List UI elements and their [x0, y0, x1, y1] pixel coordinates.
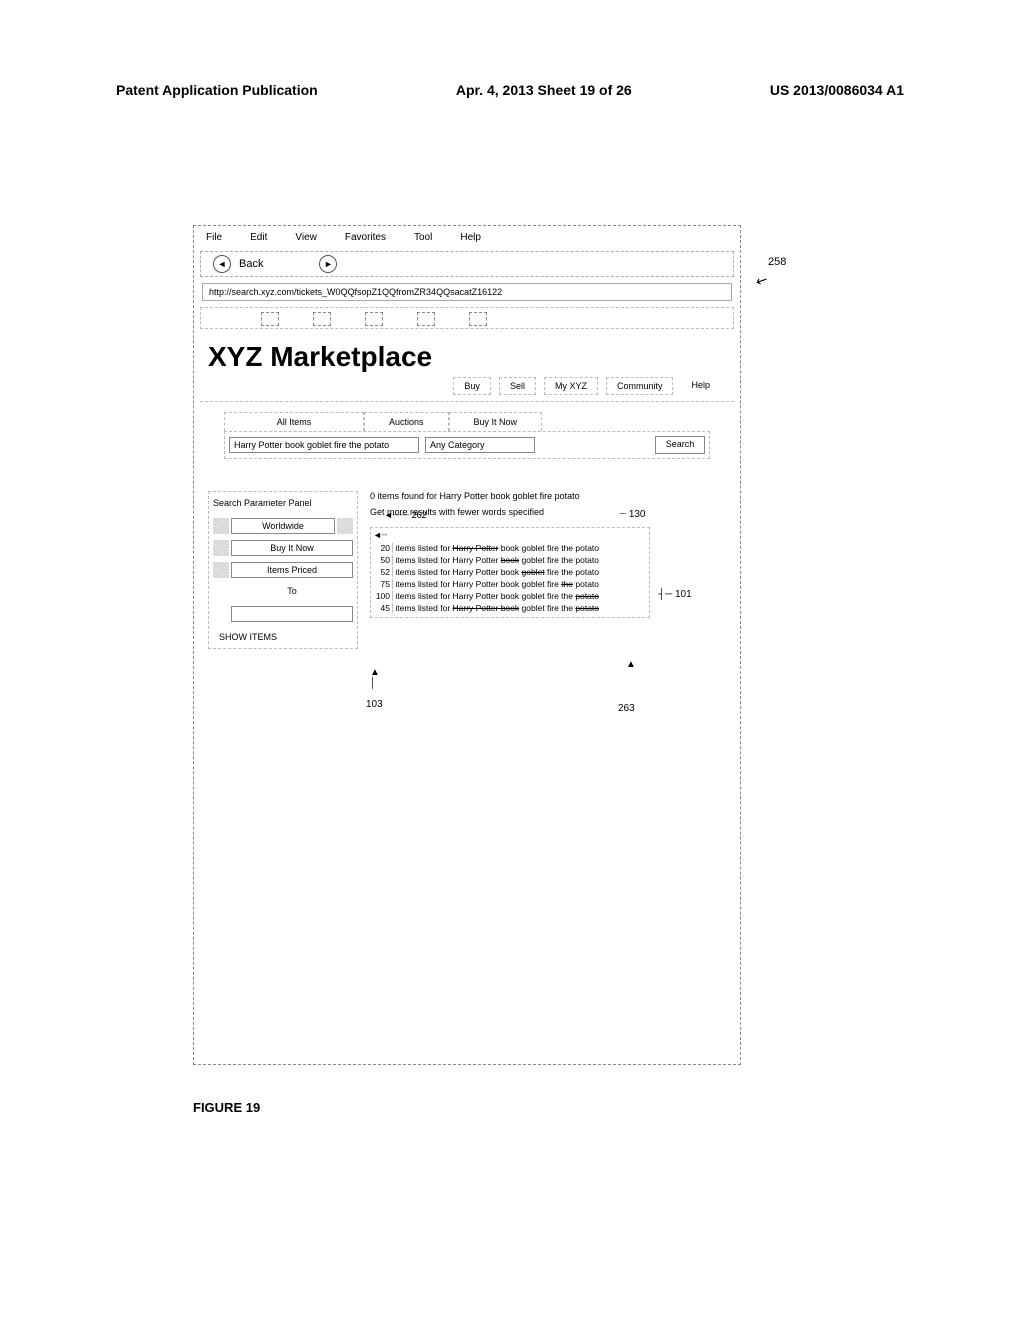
header-center: Apr. 4, 2013 Sheet 19 of 26 — [456, 82, 632, 98]
menu-view[interactable]: View — [295, 232, 317, 243]
toolbar-icon[interactable] — [365, 312, 383, 326]
callout-103: 103 — [366, 699, 383, 710]
result-line[interactable]: 52 items listed for Harry Potter book go… — [373, 567, 647, 577]
results-area: 0 items found for Harry Potter book gobl… — [370, 491, 726, 649]
forward-button-icon[interactable]: ► — [319, 255, 337, 273]
callout-101: ┤─ 101 — [658, 589, 692, 600]
page-header: Patent Application Publication Apr. 4, 2… — [116, 82, 904, 98]
search-parameter-panel: Search Parameter Panel Worldwide Buy It … — [208, 491, 358, 649]
result-suggestions: ◄┈ 20 items listed for Harry Potter book… — [370, 527, 650, 618]
menu-edit[interactable]: Edit — [250, 232, 267, 243]
nav-help[interactable]: Help — [681, 377, 720, 395]
show-items-button[interactable]: SHOW ITEMS — [213, 632, 353, 642]
header-right: US 2013/0086034 A1 — [770, 82, 904, 98]
shaded-icon — [337, 518, 353, 534]
back-label: Back — [239, 258, 263, 270]
callout-263: 263 — [618, 703, 635, 714]
toolbar-icon-row — [200, 307, 734, 329]
search-row: Any Category Search — [224, 431, 710, 459]
search-button[interactable]: Search — [655, 436, 705, 454]
callout-103-arrow: ▲│ — [370, 667, 380, 689]
shaded-icon — [213, 540, 229, 556]
callout-130: ┈ 130 — [620, 509, 646, 520]
back-button-icon[interactable]: ◄ — [213, 255, 231, 273]
toolbar-icon[interactable] — [417, 312, 435, 326]
result-line[interactable]: 100 items listed for Harry Potter book g… — [373, 591, 647, 601]
itemspriced-field[interactable]: Items Priced — [231, 562, 353, 578]
nav-myxyz[interactable]: My XYZ — [544, 377, 598, 395]
figure-label: FIGURE 19 — [193, 1100, 260, 1115]
to-input[interactable] — [231, 606, 353, 622]
buyitnow-field[interactable]: Buy It Now — [231, 540, 353, 556]
callout-258: 258 — [768, 256, 786, 268]
toolbar-icon[interactable] — [261, 312, 279, 326]
result-line[interactable]: 45 items listed for Harry Potter book go… — [373, 603, 647, 613]
toolbar-icon[interactable] — [469, 312, 487, 326]
hint-text: Get more results with fewer words specif… — [370, 507, 726, 517]
nav-sell[interactable]: Sell — [499, 377, 536, 395]
callout-258-arrow: ↙ — [753, 270, 771, 290]
zero-results: 0 items found for Harry Potter book gobl… — [370, 491, 726, 501]
shaded-icon — [213, 518, 229, 534]
callout-263-arrow: ▲ — [626, 659, 636, 670]
site-title: XYZ Marketplace — [194, 333, 740, 375]
menu-file[interactable]: File — [206, 232, 222, 243]
content-row: Search Parameter Panel Worldwide Buy It … — [208, 491, 726, 649]
to-label: To — [231, 584, 353, 600]
toolbar-icon[interactable] — [313, 312, 331, 326]
nav-toolbar: ◄ Back ► — [200, 251, 734, 277]
search-input[interactable] — [229, 437, 419, 453]
menu-favorites[interactable]: Favorites — [345, 232, 386, 243]
sub-tabs: All Items Auctions Buy It Now — [224, 412, 710, 431]
result-line[interactable]: 50 items listed for Harry Potter book go… — [373, 555, 647, 565]
site-nav: Buy Sell My XYZ Community Help — [200, 375, 734, 402]
category-select[interactable]: Any Category — [425, 437, 535, 453]
address-bar[interactable]: http://search.xyz.com/tickets_W0QQfsopZ1… — [202, 283, 732, 301]
address-text: http://search.xyz.com/tickets_W0QQfsopZ1… — [209, 287, 502, 297]
result-line[interactable]: 75 items listed for Harry Potter book go… — [373, 579, 647, 589]
tab-all-items[interactable]: All Items — [224, 412, 364, 431]
worldwide-field[interactable]: Worldwide — [231, 518, 335, 534]
browser-menubar: File Edit View Favorites Tool Help — [194, 226, 740, 249]
result-line[interactable]: 20 items listed for Harry Potter book go… — [373, 543, 647, 553]
tab-buy-it-now[interactable]: Buy It Now — [449, 412, 543, 431]
tab-auctions[interactable]: Auctions — [364, 412, 449, 431]
menu-tool[interactable]: Tool — [414, 232, 432, 243]
nav-buy[interactable]: Buy — [453, 377, 491, 395]
header-left: Patent Application Publication — [116, 82, 318, 98]
nav-community[interactable]: Community — [606, 377, 674, 395]
panel-title: Search Parameter Panel — [213, 498, 353, 508]
browser-window: File Edit View Favorites Tool Help ◄ Bac… — [193, 225, 741, 1065]
shaded-icon — [213, 562, 229, 578]
menu-help[interactable]: Help — [460, 232, 481, 243]
